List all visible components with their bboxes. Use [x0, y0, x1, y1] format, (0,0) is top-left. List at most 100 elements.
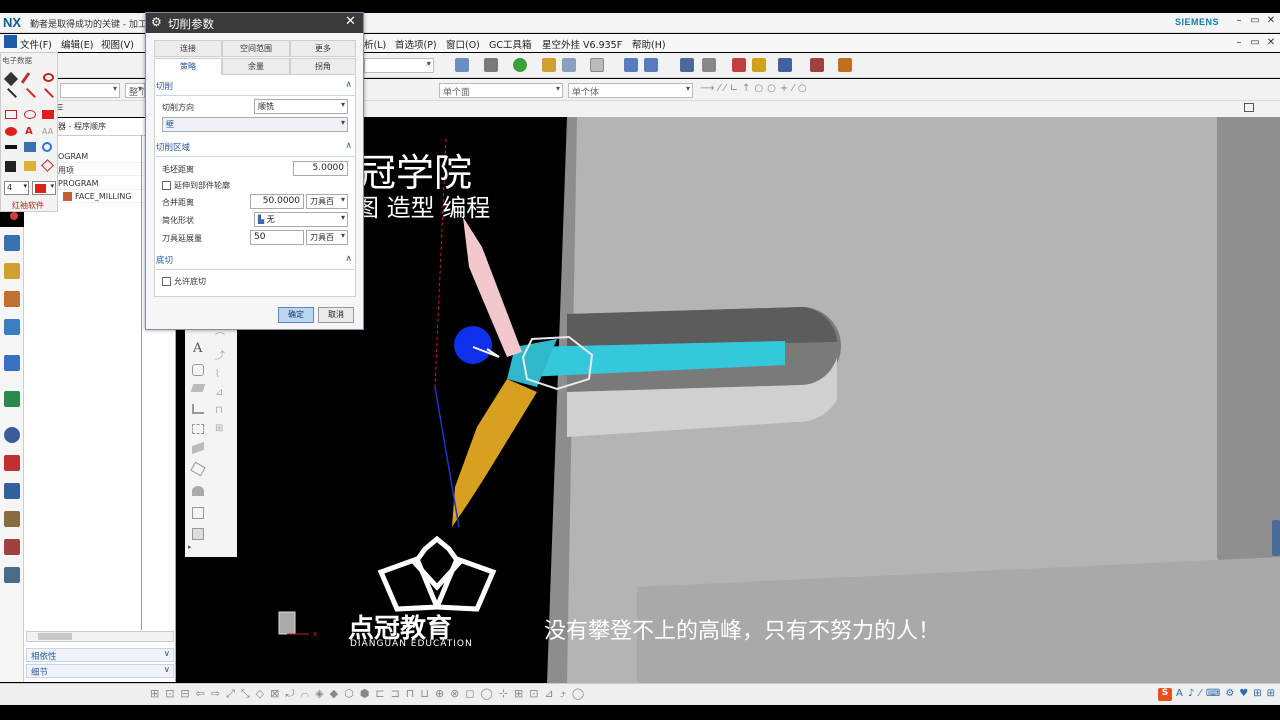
web-browser-icon[interactable]	[4, 391, 20, 407]
menu-gc-toolbox[interactable]: GC工具箱	[489, 37, 532, 51]
dependencies-section[interactable]: 相依性 ∨	[26, 648, 174, 662]
open-folder-icon[interactable]	[24, 161, 36, 171]
tab-connect[interactable]: 连接	[154, 40, 222, 57]
snap-point-icons[interactable]: ⟶⁄⁄∟↑○○+⁄○	[700, 83, 890, 97]
close-window-button[interactable]: ✕	[1264, 15, 1278, 26]
menu-help[interactable]: 帮助(H)	[632, 37, 666, 51]
sphere-icon[interactable]	[513, 58, 527, 72]
box-icon[interactable]	[192, 507, 204, 519]
rotate-icon[interactable]	[644, 58, 658, 72]
dimension-icon[interactable]	[838, 58, 852, 72]
tool-extend-input[interactable]: 50	[250, 230, 304, 245]
method-view-icon[interactable]	[4, 319, 20, 335]
merge-distance-input[interactable]: 50.0000	[250, 194, 304, 209]
reuse-library-icon[interactable]	[4, 355, 20, 371]
cube-icon[interactable]	[562, 58, 576, 72]
maximize-button[interactable]: ▭	[1248, 15, 1262, 26]
secondary-tool-icons[interactable]: ⌒ ⤴ ⌇ ⊿ ⊓ ⊞	[215, 330, 229, 440]
snap-icon[interactable]	[778, 58, 792, 72]
doc-close-button[interactable]: ✕	[1264, 37, 1278, 48]
screen-capture-icon[interactable]	[24, 142, 36, 152]
move-icon[interactable]	[624, 58, 638, 72]
operation-navigator-icon[interactable]	[4, 235, 20, 251]
menu-edit[interactable]: 编辑(E)	[61, 37, 93, 51]
menu-view[interactable]: 视图(V)	[101, 37, 134, 51]
surface-icon[interactable]	[192, 364, 204, 376]
cut-direction-select[interactable]: 顺铣	[254, 99, 348, 114]
layer-settings-icon[interactable]	[702, 58, 716, 72]
system-materials-icon[interactable]	[4, 511, 20, 527]
nav-row-face-milling[interactable]: FACE_MILLING	[75, 192, 132, 201]
tab-strategy[interactable]: 策略	[154, 58, 222, 75]
tool-extend-unit-select[interactable]: 刀具百	[306, 230, 348, 245]
process-studio-icon[interactable]	[4, 455, 20, 471]
expand-arrow-icon[interactable]: ▸	[188, 543, 192, 551]
history-icon[interactable]	[4, 427, 20, 443]
ellipse-outline-icon[interactable]	[24, 110, 36, 119]
doc-maximize-button[interactable]: ▭	[1248, 37, 1262, 48]
render-style-icon[interactable]	[484, 58, 498, 72]
allow-undercut-checkbox[interactable]	[162, 277, 171, 286]
color-picker[interactable]: ▾	[32, 181, 56, 195]
annotation-icon[interactable]: A	[193, 341, 202, 356]
highlighter-icon[interactable]	[43, 73, 54, 82]
group-region-header[interactable]: 切削区域 ∧	[156, 141, 356, 157]
search-box[interactable]: ⌕	[364, 58, 434, 73]
details-section[interactable]: 细节 ∨	[26, 664, 174, 678]
background-icon[interactable]	[590, 58, 604, 72]
text-outline-icon[interactable]: AA	[42, 127, 53, 136]
face-rule-combo[interactable]: 单个面	[439, 83, 563, 98]
nav-row-unused[interactable]: 用项	[58, 165, 74, 176]
minimize-button[interactable]: –	[1232, 15, 1246, 26]
text-tool-icon[interactable]: A	[25, 126, 33, 137]
restore-view-icon[interactable]	[1244, 103, 1254, 112]
ellipse-fill-icon[interactable]	[5, 127, 17, 136]
bottom-tool-icons[interactable]: ⊞⊡⊟⇦⇨⤢⤡◇⊠⤾⌒◈◆⬡⬢⊏⊐⊓⊔⊕⊗◻◯⊹⊞⊡⊿⤴◯	[150, 687, 770, 701]
menu-window[interactable]: 窗口(O)	[446, 37, 480, 51]
tab-more[interactable]: 更多	[290, 40, 356, 57]
cancel-button[interactable]: 取消	[318, 307, 354, 323]
nav-row-program[interactable]: PROGRAM	[58, 179, 99, 188]
menu-file[interactable]: 文件(F)	[20, 37, 52, 51]
tab-containment[interactable]: 空间范围	[222, 40, 290, 57]
menu-preferences[interactable]: 首选项(P)	[395, 37, 437, 51]
line-bar-icon[interactable]	[5, 145, 17, 149]
zoom-icon[interactable]	[42, 142, 52, 152]
documents-icon[interactable]	[4, 567, 20, 583]
palette-icon[interactable]	[4, 539, 20, 555]
history-gear-icon[interactable]	[10, 212, 18, 220]
tab-stock[interactable]: 余量	[222, 58, 290, 75]
menu-plugin[interactable]: 星空外挂 V6.935F	[542, 37, 622, 51]
roles-icon[interactable]	[4, 483, 20, 499]
solid-icon[interactable]	[192, 528, 204, 540]
measure-icon[interactable]	[732, 58, 746, 72]
assembly-icon[interactable]	[680, 58, 694, 72]
analysis-icon[interactable]	[752, 58, 766, 72]
group-cut-header[interactable]: 切削 ∧	[156, 80, 356, 96]
type-filter-combo[interactable]	[60, 83, 120, 98]
ok-button[interactable]: 确定	[278, 307, 314, 323]
line-width-select[interactable]: 4 ▾	[4, 181, 29, 195]
view-orient-icon[interactable]	[455, 58, 469, 72]
input-method-toolbar[interactable]: A♪⁄⌨⚙♥⊞⊞	[1176, 688, 1276, 701]
grid-icon[interactable]	[810, 58, 824, 72]
merge-unit-select[interactable]: 刀具百	[306, 194, 348, 209]
rectangle-outline-icon[interactable]	[5, 110, 17, 119]
stock-distance-input[interactable]: 5.0000	[293, 161, 348, 176]
rectangle-fill-icon[interactable]	[42, 110, 54, 119]
close-icon[interactable]: ✕	[345, 14, 356, 29]
layer-icon[interactable]	[542, 58, 556, 72]
extend-to-part-checkbox[interactable]	[162, 181, 171, 190]
cut-order-select[interactable]: 壁	[162, 117, 348, 132]
machine-tool-icon[interactable]	[4, 263, 20, 279]
simplify-shape-select[interactable]: ▙ 无	[254, 212, 348, 227]
menu-analysis[interactable]: 析(L)	[364, 37, 386, 51]
hscroll-thumb[interactable]	[38, 633, 72, 640]
nav-row-program-root[interactable]: OGRAM	[58, 152, 88, 161]
tab-corners[interactable]: 拐角	[290, 58, 356, 75]
offset-icon[interactable]	[192, 404, 204, 414]
scope-combo[interactable]: 整个	[125, 83, 145, 98]
input-method-icon[interactable]: S	[1158, 688, 1172, 701]
save-icon[interactable]	[5, 161, 16, 172]
doc-minimize-button[interactable]: –	[1232, 37, 1246, 48]
